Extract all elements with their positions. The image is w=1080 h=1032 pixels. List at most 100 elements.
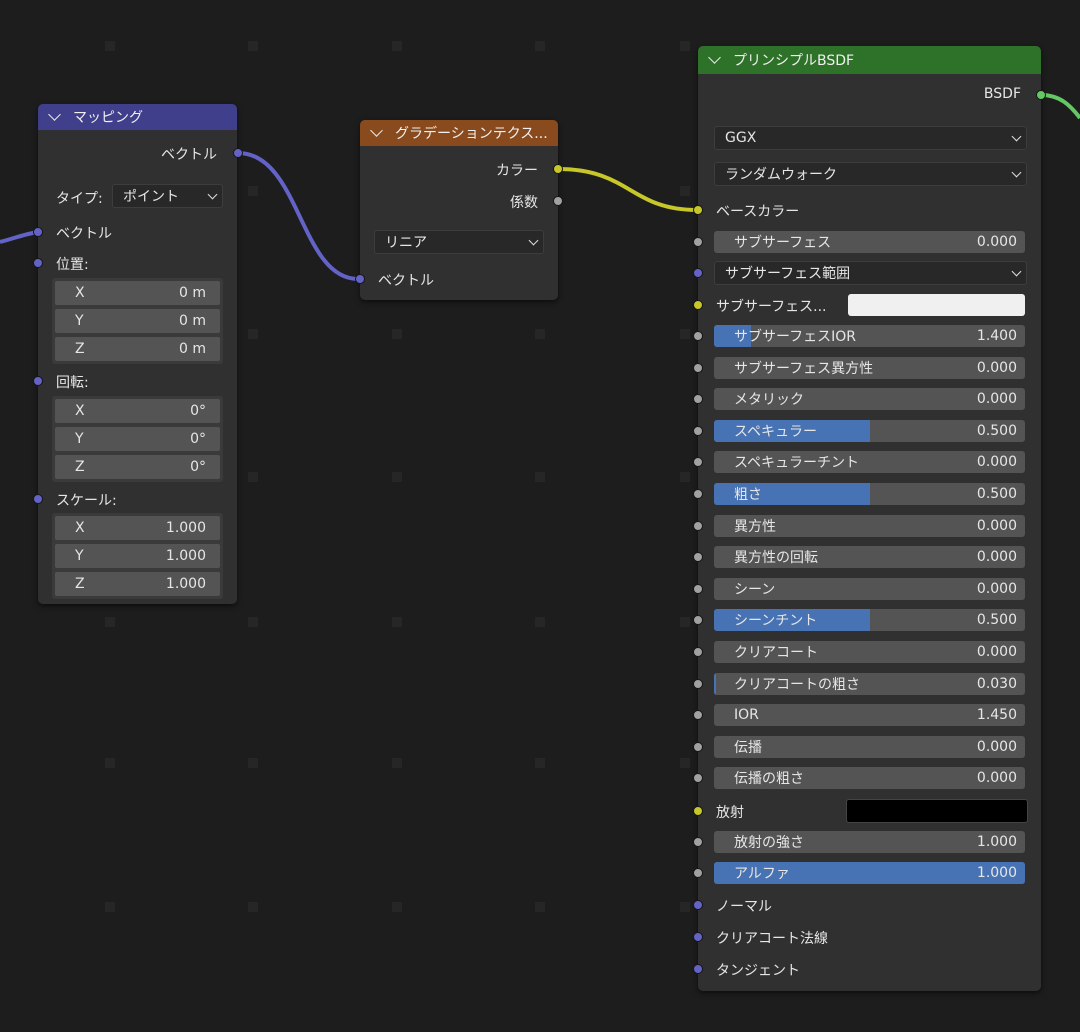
input-socket[interactable] xyxy=(693,647,703,657)
collapse-chevron-icon[interactable] xyxy=(370,124,383,137)
output-color-socket[interactable] xyxy=(553,164,563,174)
gradient-type-dropdown[interactable]: リニア xyxy=(374,230,544,254)
base-color-label: ベースカラー xyxy=(716,204,800,220)
scale-y-field[interactable]: Y 1.000 xyxy=(55,544,220,568)
subsurface-radius-dropdown[interactable]: サブサーフェス範囲 xyxy=(714,261,1027,285)
grid-dot xyxy=(105,41,115,51)
subsurface-color-swatch[interactable] xyxy=(848,294,1025,316)
collapse-chevron-icon[interactable] xyxy=(48,108,61,121)
normal-socket[interactable] xyxy=(693,900,703,910)
output-vector-socket[interactable] xyxy=(233,148,243,158)
input-socket[interactable] xyxy=(693,773,703,784)
input-socket[interactable] xyxy=(693,331,703,341)
float-field[interactable]: アルファ 1.000 xyxy=(714,862,1025,884)
input-socket[interactable] xyxy=(693,678,703,689)
float-field[interactable]: クリアコート 0.000 xyxy=(714,641,1025,663)
location-socket[interactable] xyxy=(33,258,43,268)
base-color-socket[interactable] xyxy=(693,205,703,215)
distribution-value: GGX xyxy=(725,130,757,146)
input-socket[interactable] xyxy=(693,837,703,847)
mapping-node[interactable]: マッピング ベクトル タイプ: ポイント ベクトル 位置: X0 m Y0 m … xyxy=(33,104,243,604)
float-field[interactable]: 異方性 0.000 xyxy=(714,514,1025,537)
float-field[interactable]: 伝播の粗さ 0.000 xyxy=(714,767,1025,790)
rotation-y-field[interactable]: Y 0° xyxy=(55,427,220,451)
scale-vector-field[interactable]: X 1.000 Y 1.000 Z 1.000 xyxy=(52,513,223,599)
principled-bsdf-node[interactable]: プリンシプルBSDF BSDF GGX ランダムウォーク ベースカラー サブサー… xyxy=(693,46,1046,991)
mapping-type-dropdown[interactable]: ポイント xyxy=(112,184,223,208)
subsurface-radius-socket[interactable] xyxy=(693,268,703,278)
float-field[interactable]: スペキュラーチント 0.000 xyxy=(714,451,1025,474)
input-socket[interactable] xyxy=(693,457,703,468)
subsurface-color-socket[interactable] xyxy=(693,300,703,310)
collapse-chevron-icon[interactable] xyxy=(708,51,721,64)
float-field[interactable]: シーンチント 0.500 xyxy=(714,609,1025,632)
scale-z-field[interactable]: Z 1.000 xyxy=(55,572,220,596)
float-field[interactable]: 放射の強さ 1.000 xyxy=(714,831,1025,853)
output-fac-socket[interactable] xyxy=(553,196,563,206)
distribution-dropdown[interactable]: GGX xyxy=(714,126,1027,150)
link-mapping-to-gradient[interactable] xyxy=(237,151,359,281)
input-socket[interactable] xyxy=(693,520,703,531)
input-socket[interactable] xyxy=(693,741,703,752)
float-field[interactable]: メタリック 0.000 xyxy=(714,388,1025,411)
input-socket[interactable] xyxy=(693,552,703,563)
clearcoat-normal-socket[interactable] xyxy=(693,932,703,942)
grid-dot xyxy=(535,41,545,51)
location-x-field[interactable]: X0 m xyxy=(55,281,220,305)
input-socket[interactable] xyxy=(693,868,703,878)
grid-dot xyxy=(680,902,690,912)
float-field[interactable]: IOR 1.450 xyxy=(714,704,1025,727)
float-field[interactable]: シーン 0.000 xyxy=(714,577,1025,600)
float-field[interactable]: 異方性の回転 0.000 xyxy=(714,546,1025,569)
subsurface-method-dropdown[interactable]: ランダムウォーク xyxy=(714,162,1027,186)
tangent-socket[interactable] xyxy=(693,964,703,974)
subsurface-color-label: サブサーフェス... xyxy=(716,299,827,315)
input-socket[interactable] xyxy=(693,362,703,373)
gradient-texture-node[interactable]: グラデーションテクス... カラー 係数 リニア ベクトル xyxy=(355,120,563,300)
scale-x-field[interactable]: X 1.000 xyxy=(55,516,220,540)
scale-socket[interactable] xyxy=(33,494,43,504)
rotation-z-field[interactable]: Z 0° xyxy=(55,455,220,479)
output-fac-label: 係数 xyxy=(510,195,538,211)
grid-dot xyxy=(392,617,402,627)
rotation-vector-field[interactable]: X 0° Y 0° Z 0° xyxy=(52,396,223,482)
field-value: 0.500 xyxy=(976,612,1017,629)
float-field[interactable]: サブサーフェス異方性 0.000 xyxy=(714,356,1025,379)
link-bsdf-output[interactable] xyxy=(1040,93,1080,120)
input-socket[interactable] xyxy=(693,425,703,436)
input-vector-socket[interactable] xyxy=(33,227,43,237)
link-gradient-to-bsdf[interactable] xyxy=(557,167,698,212)
location-z-field[interactable]: Z0 m xyxy=(55,337,220,361)
subsurface-socket[interactable] xyxy=(693,237,703,247)
field-fill xyxy=(714,672,716,695)
subsurface-radius-label: サブサーフェス範囲 xyxy=(725,266,851,282)
rotation-socket[interactable] xyxy=(33,376,43,386)
rotation-x-field[interactable]: X 0° xyxy=(55,399,220,423)
tangent-label: タンジェント xyxy=(716,963,800,979)
mapping-node-header[interactable]: マッピング xyxy=(38,104,237,130)
emission-label: 放射 xyxy=(716,805,744,821)
float-field[interactable]: 粗さ 0.500 xyxy=(714,483,1025,505)
field-value: 0.000 xyxy=(976,770,1017,787)
input-socket[interactable] xyxy=(693,615,703,626)
input-vector-socket[interactable] xyxy=(355,274,365,284)
location-y-field[interactable]: Y0 m xyxy=(55,309,220,333)
output-bsdf-socket[interactable] xyxy=(1036,90,1046,100)
subsurface-field[interactable]: サブサーフェス 0.000 xyxy=(714,231,1025,253)
gradient-type-value: リニア xyxy=(385,235,427,251)
emission-socket[interactable] xyxy=(693,806,703,816)
emission-color-swatch[interactable] xyxy=(846,799,1028,823)
grid-dot xyxy=(105,617,115,627)
gradient-node-header[interactable]: グラデーションテクス... xyxy=(360,120,558,146)
input-socket[interactable] xyxy=(693,583,703,594)
float-field[interactable]: クリアコートの粗さ 0.030 xyxy=(714,672,1025,695)
float-field[interactable]: スペキュラー 0.500 xyxy=(714,419,1025,442)
float-field[interactable]: サブサーフェスIOR 1.400 xyxy=(714,325,1025,347)
location-vector-field[interactable]: X0 m Y0 m Z0 m xyxy=(52,278,223,364)
input-socket[interactable] xyxy=(693,489,703,499)
input-socket[interactable] xyxy=(693,394,703,405)
float-field[interactable]: 伝播 0.000 xyxy=(714,735,1025,758)
field-label: 異方性 xyxy=(734,518,776,535)
bsdf-node-header[interactable]: プリンシプルBSDF xyxy=(698,46,1041,74)
input-socket[interactable] xyxy=(693,710,703,721)
